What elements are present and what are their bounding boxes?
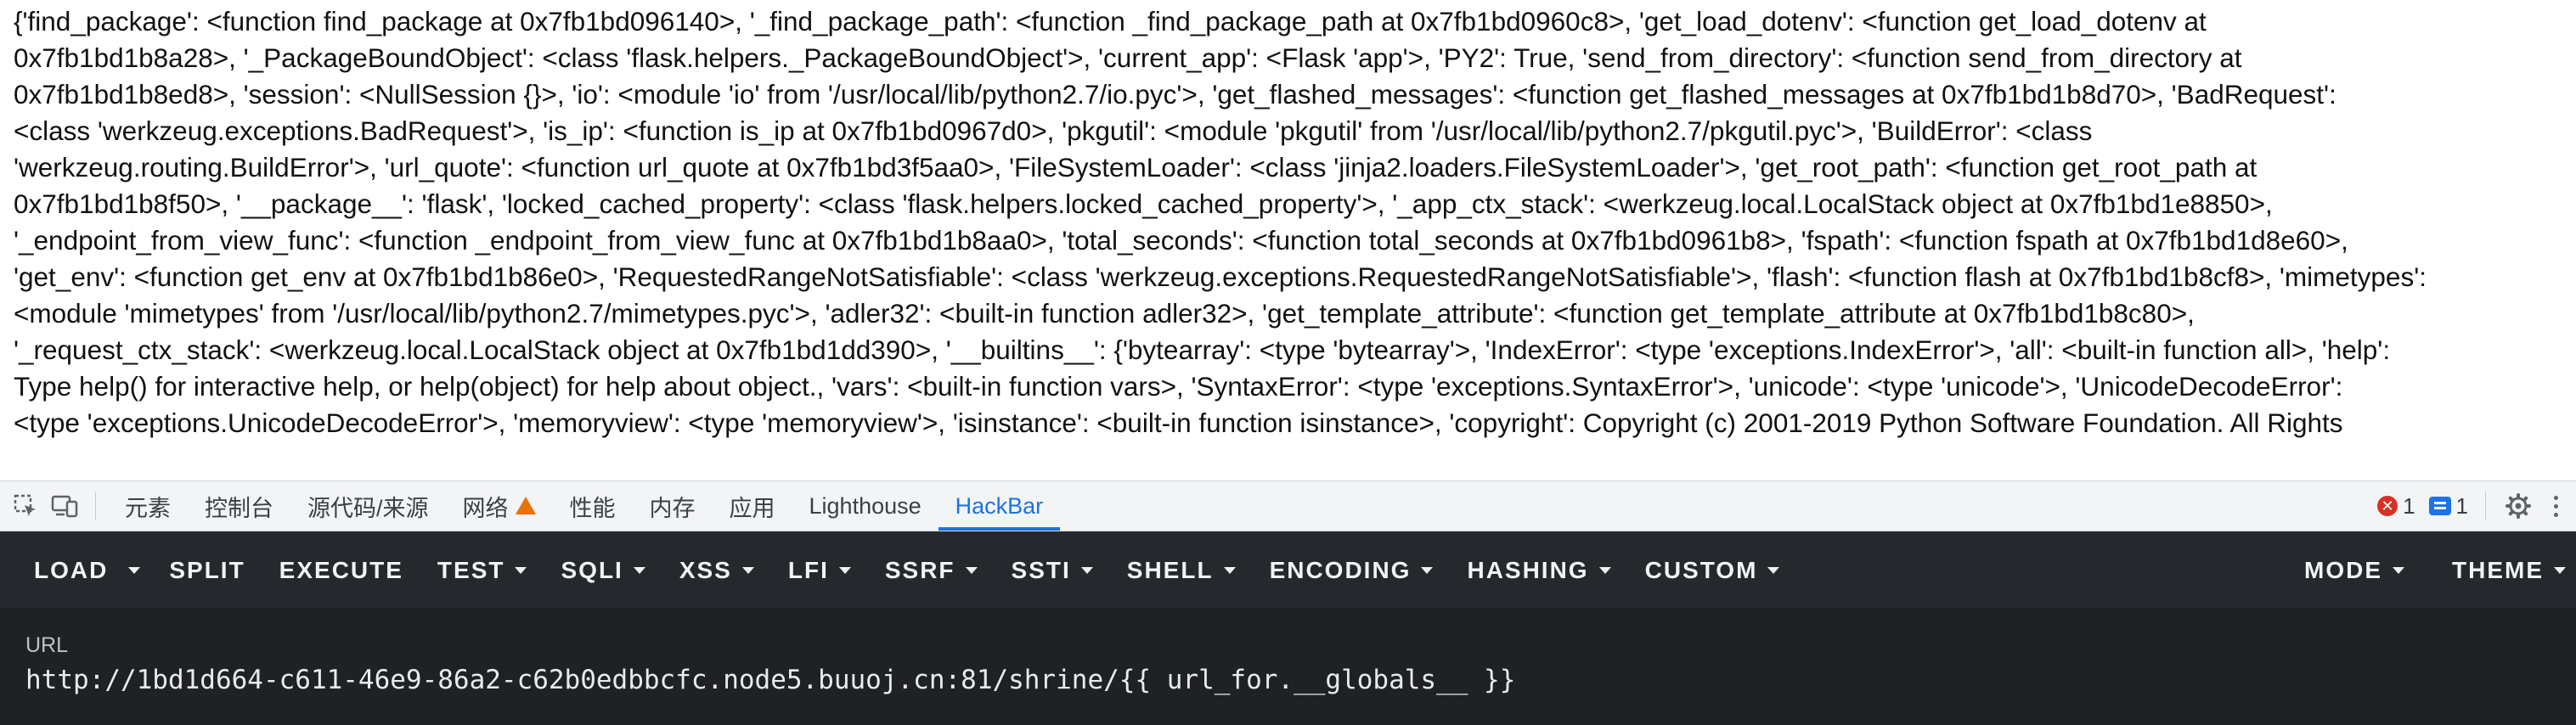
tab-label: 网络 <box>462 495 509 521</box>
chevron-down-icon <box>1598 566 1611 574</box>
split-button[interactable]: SPLIT <box>152 531 262 609</box>
button-label: SSTI <box>1011 556 1071 583</box>
hashing-menu-button[interactable]: HASHING <box>1450 531 1627 609</box>
theme-menu-button[interactable]: THEME <box>2435 531 2576 609</box>
test-menu-button[interactable]: TEST <box>420 531 544 609</box>
button-label: TEST <box>437 556 505 583</box>
more-options-icon[interactable] <box>2547 491 2564 521</box>
button-label: HASHING <box>1467 556 1589 583</box>
tab-memory[interactable]: 内存 <box>633 481 713 531</box>
devtools-status-area: ✕ 1 1 <box>2377 491 2576 521</box>
tab-label: 内存 <box>649 495 696 521</box>
warning-icon <box>515 496 536 514</box>
error-icon: ✕ <box>2377 496 2398 516</box>
url-panel: URL <box>0 610 2576 725</box>
button-label: MODE <box>2304 556 2382 583</box>
button-label: XSS <box>679 556 732 583</box>
button-label: SPLIT <box>169 556 245 583</box>
tab-performance[interactable]: 性能 <box>553 481 633 531</box>
error-count: 1 <box>2403 492 2415 519</box>
toolbar-divider <box>95 492 96 520</box>
inspect-element-icon[interactable] <box>7 487 44 525</box>
chevron-down-icon <box>2554 566 2566 574</box>
toolbar-divider <box>2485 492 2486 520</box>
tab-label: 源代码/来源 <box>307 495 429 521</box>
chevron-down-icon <box>1080 566 1093 574</box>
chevron-down-icon <box>838 566 851 574</box>
tab-network[interactable]: 网络 <box>446 481 553 531</box>
error-badge[interactable]: ✕ 1 <box>2377 493 2415 520</box>
message-count: 1 <box>2455 492 2468 519</box>
chevron-down-icon <box>1767 566 1780 574</box>
chevron-down-icon <box>1223 566 1236 574</box>
button-label: LFI <box>787 556 829 583</box>
url-label: URL <box>25 633 69 657</box>
button-label: CUSTOM <box>1644 556 1758 583</box>
page-output: {'find_package': <function find_package … <box>0 0 2576 481</box>
ssti-menu-button[interactable]: SSTI <box>995 531 1110 609</box>
tab-sources[interactable]: 源代码/来源 <box>290 481 446 531</box>
button-label: THEME <box>2452 556 2544 583</box>
chevron-down-icon <box>633 566 645 574</box>
chevron-down-icon <box>741 566 754 574</box>
button-label: SSRF <box>884 556 955 583</box>
ssrf-menu-button[interactable]: SSRF <box>868 531 995 609</box>
load-dropdown-button[interactable] <box>120 531 152 609</box>
chevron-down-icon <box>128 566 141 574</box>
tab-application[interactable]: 应用 <box>713 481 792 531</box>
tab-label: Lighthouse <box>809 492 922 519</box>
device-toolbar-icon[interactable] <box>46 487 83 525</box>
tab-label: HackBar <box>955 492 1044 519</box>
xss-menu-button[interactable]: XSS <box>662 531 771 609</box>
button-label: SQLI <box>561 556 623 583</box>
chevron-down-icon <box>1421 566 1434 574</box>
url-input[interactable] <box>25 665 2539 695</box>
mode-menu-button[interactable]: MODE <box>2287 531 2435 609</box>
settings-gear-icon[interactable] <box>2503 491 2534 521</box>
tab-console[interactable]: 控制台 <box>188 481 290 531</box>
message-badge[interactable]: 1 <box>2428 492 2468 520</box>
load-button[interactable]: LOAD <box>0 531 120 609</box>
button-label: SHELL <box>1126 556 1214 583</box>
sqli-menu-button[interactable]: SQLI <box>544 531 662 609</box>
execute-button[interactable]: EXECUTE <box>262 531 420 609</box>
tab-elements[interactable]: 元素 <box>108 481 188 531</box>
hackbar-right-controls: MODE THEME <box>2287 531 2576 609</box>
shell-menu-button[interactable]: SHELL <box>1110 531 1253 609</box>
tab-lighthouse[interactable]: Lighthouse <box>792 481 939 531</box>
message-icon <box>2428 497 2451 515</box>
tab-label: 性能 <box>569 495 616 521</box>
button-label: LOAD <box>34 556 109 583</box>
button-label: EXECUTE <box>279 556 403 583</box>
hackbar-toolbar: LOAD SPLIT EXECUTE TEST SQLI XSS LFI SSR… <box>0 531 2576 610</box>
lfi-menu-button[interactable]: LFI <box>771 531 868 609</box>
globals-dump-text: {'find_package': <function find_package … <box>14 6 2427 438</box>
chevron-down-icon <box>515 566 527 574</box>
encoding-menu-button[interactable]: ENCODING <box>1253 531 1451 609</box>
button-label: ENCODING <box>1269 556 1412 583</box>
tab-label: 控制台 <box>205 495 273 521</box>
tab-label: 应用 <box>729 495 775 521</box>
chevron-down-icon <box>965 566 978 574</box>
devtools-tabs: 元素 控制台 源代码/来源 网络 性能 内存 应用 Lighthouse Hac… <box>108 481 1061 531</box>
chevron-down-icon <box>2393 566 2404 574</box>
tab-label: 元素 <box>125 495 171 521</box>
devtools-tab-bar: 元素 控制台 源代码/来源 网络 性能 内存 应用 Lighthouse Hac… <box>0 481 2576 531</box>
tab-hackbar[interactable]: HackBar <box>938 481 1061 531</box>
custom-menu-button[interactable]: CUSTOM <box>1628 531 1797 609</box>
